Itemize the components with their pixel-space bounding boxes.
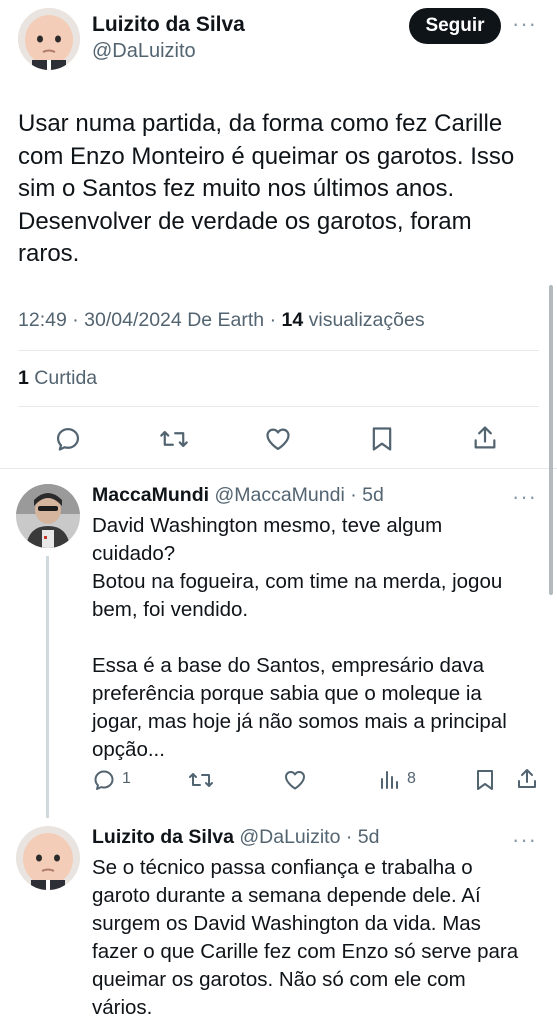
more-icon[interactable]: ···: [512, 13, 537, 35]
retweet-icon[interactable]: [159, 425, 189, 453]
tweet-meta: 12:49 · 30/04/2024 De Earth · 14 visuali…: [18, 309, 425, 331]
reply-text-spacer: [92, 624, 542, 652]
divider: [18, 406, 539, 407]
reply-text: Se o técnico passa confiança e trabalha …: [92, 854, 542, 1022]
reply-icon[interactable]: [54, 425, 82, 453]
views-count: 14: [281, 309, 304, 331]
share-icon[interactable]: [471, 424, 499, 452]
follow-button[interactable]: Seguir: [409, 8, 501, 44]
reply-icon[interactable]: [92, 768, 116, 792]
retweet-icon[interactable]: [188, 768, 214, 792]
reply-count: 1: [122, 770, 131, 787]
reply-text-line: queimar os garotos. Não só com ele com: [92, 968, 466, 991]
reply-text-line: Botou na fogueira, com time na merda, jo…: [92, 570, 503, 593]
thread-line: [46, 556, 49, 818]
reply-avatar[interactable]: [16, 484, 80, 548]
reply-text-line: jogar, mas hoje já não somos mais a prin…: [92, 710, 507, 733]
reply-header: MaccaMundi @MaccaMundi · 5d: [92, 484, 384, 506]
reply-author-handle[interactable]: @MaccaMundi: [214, 484, 344, 506]
reply-text-line: Se o técnico passa confiança e trabalha …: [92, 856, 473, 879]
bookmark-icon[interactable]: [474, 768, 496, 792]
author-name[interactable]: Luizito da Silva: [92, 13, 245, 37]
tweet-time[interactable]: 12:49: [18, 309, 67, 331]
tweet-text-line: Desenvolver de verdade os garotos, foram: [18, 207, 472, 235]
tweet-text-line: com Enzo Monteiro é queimar os garotos. …: [18, 142, 515, 170]
views-icon[interactable]: [378, 768, 402, 792]
tweet-source: De Earth: [187, 309, 265, 331]
author-avatar[interactable]: [18, 8, 80, 70]
reply-age[interactable]: 5d: [358, 826, 380, 848]
share-icon[interactable]: [515, 767, 539, 791]
tweet-text: Usar numa partida, da forma como fez Car…: [18, 108, 538, 271]
tweet-text-line: raros.: [18, 240, 80, 267]
reply-text-line: Essa é a base do Santos, empresário dava: [92, 654, 485, 677]
more-icon[interactable]: ···: [512, 829, 537, 851]
reply-text-line: surgem os David Washington da vida. Mas: [92, 912, 481, 935]
author-handle[interactable]: @DaLuizito: [92, 40, 196, 63]
likes-count: 1: [18, 367, 29, 389]
views-label: visualizações: [308, 309, 425, 331]
more-icon[interactable]: ···: [512, 486, 537, 508]
tweet-text-line: sim o Santos fez muito nos últimos anos.: [18, 175, 455, 202]
reply-author-handle[interactable]: @DaLuizito: [239, 826, 340, 848]
likes-summary[interactable]: 1 Curtida: [18, 367, 97, 390]
reply-text-line: opção...: [92, 738, 165, 761]
reply-text-line: bem, foi vendido.: [92, 598, 249, 621]
divider: [0, 468, 557, 469]
reply-age[interactable]: 5d: [362, 484, 384, 506]
heart-icon[interactable]: [264, 425, 292, 453]
reply-text-line: cuidado?: [92, 542, 176, 565]
reply-header: Luizito da Silva @DaLuizito · 5d: [92, 826, 380, 848]
reply-author-name[interactable]: Luizito da Silva: [92, 826, 234, 848]
reply-text: David Washington mesmo, teve algum cuida…: [92, 512, 542, 764]
divider: [18, 350, 539, 351]
heart-icon[interactable]: [283, 768, 307, 792]
reply-avatar[interactable]: [16, 826, 80, 890]
bookmark-icon[interactable]: [369, 425, 395, 453]
reply-text-line: fazer o que Carille fez com Enzo só serv…: [92, 940, 519, 963]
likes-label: Curtida: [34, 367, 98, 389]
tweet-text-line: Usar numa partida, da forma como fez Car…: [18, 110, 503, 137]
reply-text-line: preferência porque sabia que o moleque i…: [92, 682, 482, 705]
reply-text-line: vários.: [92, 996, 153, 1019]
reply-author-name[interactable]: MaccaMundi: [92, 484, 209, 506]
reply-text-line: garoto durante a semana depende dele. Aí: [92, 884, 481, 907]
views-count: 8: [407, 770, 416, 787]
scrollbar[interactable]: [549, 285, 553, 595]
tweet-date[interactable]: 30/04/2024: [84, 309, 182, 331]
reply-text-line: David Washington mesmo, teve algum: [92, 514, 443, 537]
